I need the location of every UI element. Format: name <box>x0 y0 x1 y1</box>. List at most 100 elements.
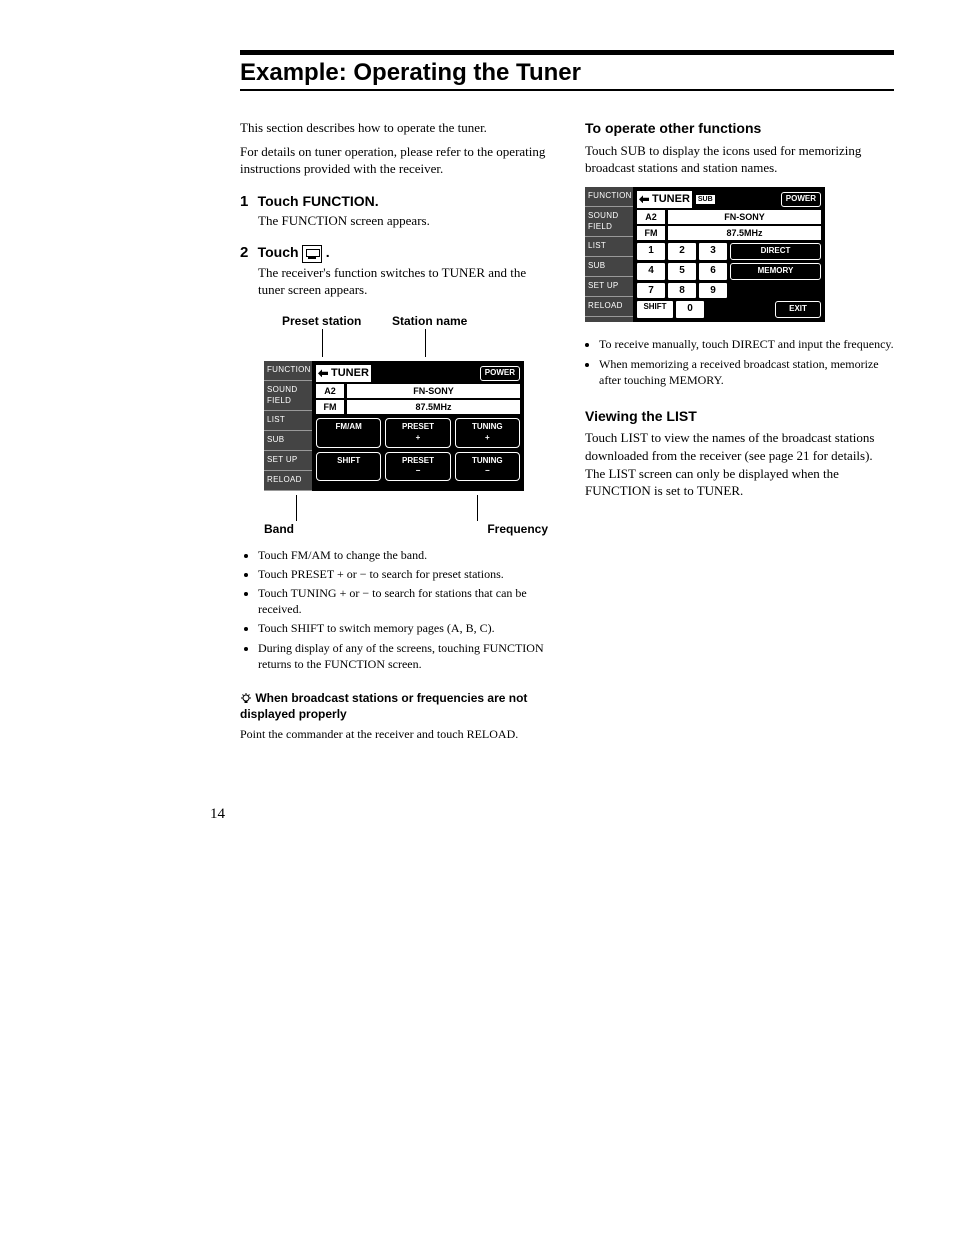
bullet-item: To receive manually, touch DIRECT and in… <box>599 336 894 352</box>
tuner-icon <box>302 245 322 263</box>
side-reload: RELOAD <box>585 297 633 317</box>
side-function: FUNCTION <box>585 187 633 207</box>
leader-line-icon <box>477 495 478 521</box>
page-number: 14 <box>210 806 225 823</box>
side-sound-field: SOUND FIELD <box>585 207 633 238</box>
other-functions-body: Touch SUB to display the icons used for … <box>585 142 894 177</box>
figure1-bottom-labels: Band Frequency <box>264 521 548 537</box>
button-row-1: FM/AM PRESET + TUNING + <box>316 418 520 448</box>
preset-minus-button: PRESET − <box>385 452 450 482</box>
bullet-item: When memorizing a received broadcast sta… <box>599 356 894 388</box>
keypad-row-3: 7 8 9 <box>637 283 821 299</box>
spacer <box>730 283 821 299</box>
memory-button: MEMORY <box>730 263 821 280</box>
left-column: This section describes how to operate th… <box>240 119 549 743</box>
exit-button: EXIT <box>775 301 821 318</box>
figure1-top-labels: Preset station Station name <box>240 313 549 329</box>
figure1-bottom-lines <box>240 495 549 521</box>
step-2-body: The receiver's function switches to TUNE… <box>258 264 549 299</box>
sub-badge: SUB <box>696 195 715 204</box>
page: Example: Operating the Tuner This sectio… <box>0 0 954 783</box>
keypad-row-2: 4 5 6 MEMORY <box>637 263 821 280</box>
side-setup: SET UP <box>585 277 633 297</box>
intro-line-1: This section describes how to operate th… <box>240 119 549 137</box>
instruction-bullets: Touch FM/AM to change the band. Touch PR… <box>246 547 549 672</box>
side-sub: SUB <box>585 257 633 277</box>
freq-cell: 87.5MHz <box>347 400 520 414</box>
display-row-freq: FM 87.5MHz <box>316 400 520 414</box>
keypad-row-4: SHIFT 0 EXIT <box>637 301 821 318</box>
side-list: LIST <box>585 237 633 257</box>
station-name-cell: FN-SONY <box>668 210 821 224</box>
keypad-1: 1 <box>637 243 665 260</box>
columns: This section describes how to operate th… <box>240 119 894 743</box>
side-reload: RELOAD <box>264 471 312 491</box>
step-1-body: The FUNCTION screen appears. <box>258 212 549 230</box>
sub-screen-figure: FUNCTION SOUND FIELD LIST SUB SET UP REL… <box>585 187 825 322</box>
screen-body: TUNER SUB POWER A2 FN-SONY FM 87.5MHz <box>633 187 825 322</box>
side-setup: SET UP <box>264 451 312 471</box>
subhead-other-functions: To operate other functions <box>585 119 894 138</box>
lightbulb-icon <box>240 693 252 705</box>
step-2-heading-a: Touch <box>258 244 303 260</box>
intro-line-2: For details on tuner operation, please r… <box>240 143 549 178</box>
tuner-indicator: TUNER <box>637 191 692 208</box>
step-1-heading: Touch FUNCTION. <box>258 193 379 209</box>
leader-line-icon <box>296 495 297 521</box>
step-2-heading-b: . <box>326 244 330 260</box>
preset-cell: A2 <box>637 210 668 224</box>
shift-button: SHIFT <box>316 452 381 482</box>
power-button: POWER <box>480 366 520 381</box>
display-row-freq: FM 87.5MHz <box>637 226 821 240</box>
side-menu: FUNCTION SOUND FIELD LIST SUB SET UP REL… <box>264 361 312 491</box>
leader-line-icon <box>425 329 426 357</box>
keypad-0: 0 <box>676 301 704 318</box>
subhead-viewing-list: Viewing the LIST <box>585 407 894 426</box>
side-list: LIST <box>264 411 312 431</box>
spacer <box>707 301 772 318</box>
keypad-3: 3 <box>699 243 727 260</box>
tip-heading-text: When broadcast stations or frequencies a… <box>240 691 527 721</box>
side-sub: SUB <box>264 431 312 451</box>
step-1-number: 1 <box>240 193 248 210</box>
fm-am-button: FM/AM <box>316 418 381 448</box>
station-name-cell: FN-SONY <box>347 384 520 398</box>
bullet-item: Touch FM/AM to change the band. <box>258 547 549 563</box>
label-frequency: Frequency <box>487 521 548 537</box>
display-row-preset: A2 FN-SONY <box>637 210 821 224</box>
freq-cell: 87.5MHz <box>668 226 821 240</box>
display-row-preset: A2 FN-SONY <box>316 384 520 398</box>
side-function: FUNCTION <box>264 361 312 381</box>
keypad-2: 2 <box>668 243 696 260</box>
side-sound-field: SOUND FIELD <box>264 381 312 412</box>
bullet-item: Touch PRESET + or − to search for preset… <box>258 566 549 582</box>
top-rule <box>240 50 894 55</box>
keypad-5: 5 <box>668 263 696 280</box>
label-band: Band <box>264 521 294 537</box>
bullet-item: During display of any of the screens, to… <box>258 640 549 672</box>
power-button: POWER <box>781 192 821 207</box>
screen-header-row: TUNER POWER <box>316 365 520 382</box>
keypad-9: 9 <box>699 283 727 299</box>
tuner-screen-figure: FUNCTION SOUND FIELD LIST SUB SET UP REL… <box>264 361 524 491</box>
screen-body: TUNER POWER A2 FN-SONY FM 87.5MHz FM/AM <box>312 361 524 491</box>
keypad-7: 7 <box>637 283 665 299</box>
preset-cell: A2 <box>316 384 347 398</box>
title-rule <box>240 89 894 91</box>
step-2-number: 2 <box>240 244 248 261</box>
keypad-row-1: 1 2 3 DIRECT <box>637 243 821 260</box>
keypad-4: 4 <box>637 263 665 280</box>
keypad-8: 8 <box>668 283 696 299</box>
tuning-minus-button: TUNING − <box>455 452 520 482</box>
figure1-top-lines <box>240 329 549 357</box>
label-station-name: Station name <box>392 313 467 329</box>
tip-body: Point the commander at the receiver and … <box>240 726 549 742</box>
tuner-indicator: TUNER <box>316 365 371 382</box>
bullet-item: Touch SHIFT to switch memory pages (A, B… <box>258 620 549 636</box>
leader-line-icon <box>322 329 323 357</box>
button-row-2: SHIFT PRESET − TUNING − <box>316 452 520 482</box>
screen-header-row: TUNER SUB POWER <box>637 191 821 208</box>
step-1: 1 Touch FUNCTION. The FUNCTION screen ap… <box>240 192 549 230</box>
shift-key: SHIFT <box>637 301 673 318</box>
label-preset-station: Preset station <box>282 313 392 329</box>
